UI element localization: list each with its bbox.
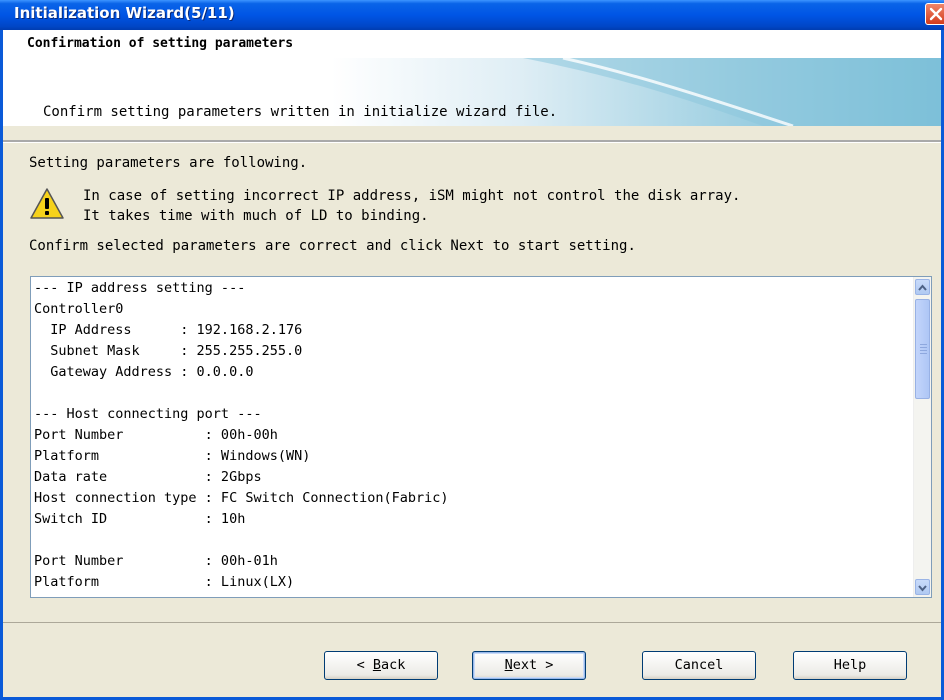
confirm-text: Confirm selected parameters are correct … (29, 238, 636, 254)
header-divider (3, 140, 941, 143)
warning-line-2: It takes time with much of LD to binding… (83, 208, 429, 224)
param-line: Switch ID : 10h (34, 511, 246, 527)
window-title: Initialization Wizard(5/11) (14, 4, 235, 22)
next-button[interactable]: Next > (472, 651, 586, 680)
vertical-scrollbar[interactable] (913, 277, 931, 597)
back-prefix: < (356, 657, 373, 673)
param-line: Port Number : 00h-00h (34, 427, 278, 443)
param-line: Platform : Windows(WN) (34, 448, 311, 464)
wizard-window: Initialization Wizard(5/11) Confirmation… (0, 0, 944, 700)
parameters-textarea[interactable]: --- IP address setting --- Controller0 I… (30, 276, 932, 598)
help-label: Help (833, 657, 867, 673)
param-line: --- Host connecting port --- (34, 406, 262, 422)
param-line: Gateway Address : 0.0.0.0 (34, 364, 254, 380)
scroll-thumb[interactable] (915, 299, 930, 399)
cancel-button[interactable]: Cancel (642, 651, 756, 680)
warning-icon (29, 187, 65, 221)
page-heading: Confirmation of setting parameters (27, 36, 294, 51)
back-accelerator: B (372, 657, 381, 673)
scroll-up-button[interactable] (915, 279, 930, 295)
warning-line-1: In case of setting incorrect IP address,… (83, 188, 741, 204)
param-line: Subnet Mask : 255.255.255.0 (34, 343, 303, 359)
back-label: ack (381, 657, 406, 673)
scroll-down-button[interactable] (915, 579, 930, 595)
page-subheading: Confirm setting parameters written in in… (43, 104, 558, 120)
title-bar[interactable]: Initialization Wizard(5/11) (0, 0, 944, 30)
chevron-down-icon (918, 585, 927, 592)
param-line: Controller0 (34, 301, 124, 317)
param-line: --- IP address setting --- (34, 280, 246, 296)
param-line: Platform : Linux(LX) (34, 574, 295, 590)
next-accelerator: N (504, 657, 513, 673)
close-icon (929, 7, 943, 21)
param-line: Data rate : 2Gbps (34, 469, 262, 485)
close-button[interactable] (925, 3, 944, 25)
back-button[interactable]: < Back (324, 651, 438, 680)
intro-text: Setting parameters are following. (29, 155, 308, 171)
param-line: IP Address : 192.168.2.176 (34, 322, 303, 338)
param-line: Host connection type : FC Switch Connect… (34, 490, 449, 506)
footer-divider (3, 622, 941, 623)
chevron-up-icon (918, 284, 927, 291)
cancel-label: Cancel (674, 657, 724, 673)
help-button[interactable]: Help (793, 651, 907, 680)
param-line: Port Number : 00h-01h (34, 553, 278, 569)
next-label: ext > (512, 657, 554, 673)
